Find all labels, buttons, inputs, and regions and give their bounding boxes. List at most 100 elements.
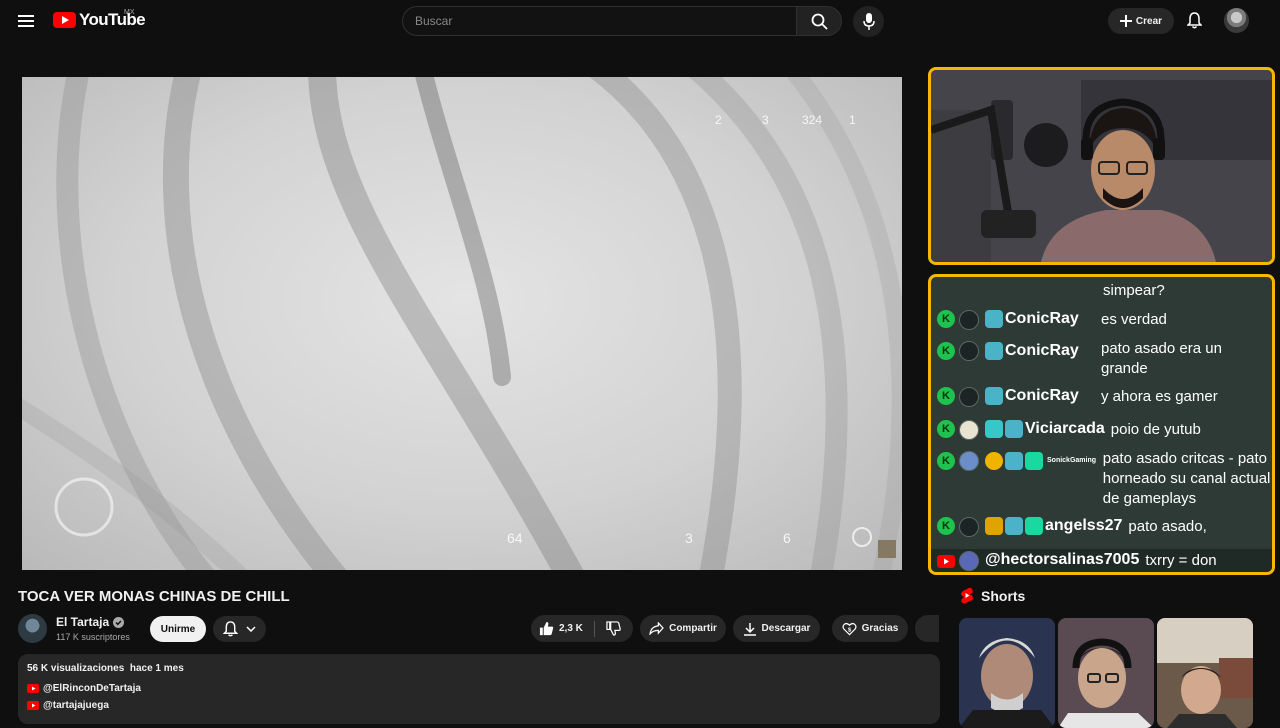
channel-avatar[interactable]	[18, 614, 47, 643]
hud-equipment: 6	[783, 530, 791, 546]
voice-search-button[interactable]	[853, 6, 884, 37]
chat-username: ConicRay	[1005, 387, 1079, 404]
user-avatar	[959, 341, 979, 361]
chat-message: @hectorsalinas7005 txrry = don migajas	[931, 549, 1272, 572]
description-meta: 56 K visualizaciones hace 1 mes	[27, 663, 184, 674]
chat-username: ConicRay	[1005, 342, 1079, 359]
channel-name-text: El Tartaja	[56, 615, 110, 629]
channel-link[interactable]: @ElRinconDeTartaja	[27, 683, 141, 694]
kick-platform-icon: K	[937, 387, 955, 405]
hud-counter-1: 2	[715, 113, 722, 127]
upload-age: hace 1 mes	[129, 663, 184, 674]
user-avatar	[959, 387, 979, 407]
shorts-header: Shorts	[960, 587, 1025, 604]
divider	[593, 620, 595, 637]
join-button[interactable]: Unirme	[150, 616, 206, 642]
notifications-button[interactable]	[1181, 7, 1208, 34]
youtube-icon	[27, 701, 39, 710]
chat-username: SonickGaming	[1047, 457, 1097, 464]
chat-username: Viciarcada	[1025, 420, 1105, 437]
thanks-button[interactable]: $ Gracias	[832, 615, 908, 642]
short-thumbnail[interactable]	[1058, 618, 1154, 728]
subscription-bell-button[interactable]	[213, 616, 266, 642]
chat-message: K SonickGaming pato asado critcas - pato…	[937, 449, 1272, 509]
user-avatar	[959, 551, 979, 571]
chevron-down-icon	[246, 626, 256, 632]
channel-link-text: @tartajajuega	[43, 700, 109, 711]
share-label: Compartir	[669, 623, 717, 634]
download-label: Descargar	[761, 623, 811, 634]
share-button[interactable]: Compartir	[640, 615, 726, 642]
kick-platform-icon: K	[937, 420, 955, 438]
video-title: TOCA VER MONAS CHINAS DE CHILL	[18, 588, 290, 605]
create-button[interactable]: Crear	[1108, 8, 1174, 34]
hud-counter-2: 3	[762, 113, 769, 127]
short-thumbnail-image	[1157, 618, 1253, 728]
chat-message-text: es verdad	[1101, 311, 1167, 328]
gameplay-frame	[22, 77, 902, 570]
chat-message: K Viciarcada poio de yutub	[937, 420, 1272, 440]
channel-link-text: @ElRinconDeTartaja	[43, 683, 141, 694]
kick-platform-icon: K	[937, 452, 955, 470]
chat-message-text: simpear?	[1103, 282, 1165, 299]
chat-message-text: pato asado,	[1128, 518, 1207, 535]
description-box[interactable]: 56 K visualizaciones hace 1 mes @ElRinco…	[18, 654, 940, 724]
search-input[interactable]	[403, 7, 797, 35]
view-count: 56 K visualizaciones	[27, 663, 125, 674]
youtube-play-icon	[53, 12, 76, 28]
subscriber-badge-icon	[1005, 452, 1023, 470]
gift-badge-icon	[1025, 517, 1043, 535]
plus-icon	[1119, 15, 1132, 27]
channel-name[interactable]: El Tartaja	[56, 615, 125, 629]
chat-message-text: y ahora es gamer	[1101, 388, 1218, 405]
bell-icon	[1187, 12, 1202, 29]
chat-overlay: simpear? K ConicRay es verdad K ConicRay…	[928, 274, 1275, 575]
chat-username: angelss27	[1045, 517, 1123, 534]
heart-dollar-icon: $	[842, 622, 857, 635]
account-avatar[interactable]	[1224, 8, 1249, 33]
search-button[interactable]	[796, 6, 842, 36]
user-avatar	[959, 310, 979, 330]
chat-message-text: pato asado critcas - pato horneado su ca…	[1102, 450, 1271, 507]
chat-message: K angelss27 pato asado,	[937, 517, 1272, 537]
like-count[interactable]: 2,3 K	[559, 623, 583, 634]
download-icon	[743, 622, 756, 636]
short-thumbnail-image	[1058, 618, 1154, 728]
microphone-icon	[862, 13, 875, 30]
subscriber-badge-icon	[985, 387, 1003, 405]
dislike-icon[interactable]	[606, 621, 621, 636]
user-avatar	[959, 420, 979, 440]
short-thumbnail[interactable]	[959, 618, 1055, 728]
share-icon	[649, 622, 664, 635]
chat-username: ConicRay	[1005, 310, 1079, 327]
streamer-webcam	[928, 67, 1275, 265]
youtube-platform-icon	[937, 555, 955, 568]
crown-badge-icon	[985, 517, 1003, 535]
verified-icon	[113, 616, 125, 628]
subscriber-badge-icon	[985, 310, 1003, 328]
short-thumbnail-image	[959, 618, 1055, 728]
chat-message: K ConicRay pato asado era un grande	[937, 339, 1272, 379]
kick-platform-icon: K	[937, 310, 955, 328]
download-button[interactable]: Descargar	[733, 615, 820, 642]
hud-counter-3: 324	[802, 113, 823, 127]
shorts-icon	[961, 587, 973, 604]
shorts-heading: Shorts	[981, 587, 1026, 604]
more-actions-button[interactable]	[915, 615, 939, 642]
hud-ammo: 64	[507, 530, 523, 546]
chat-username: @hectorsalinas7005	[985, 551, 1140, 568]
subscriber-count: 117 K suscriptores	[56, 632, 130, 642]
like-dislike-group: 2,3 K	[531, 615, 633, 642]
like-icon[interactable]	[539, 621, 554, 636]
logo-text: YouTube	[79, 10, 146, 29]
subscriber-badge-icon	[1005, 420, 1023, 438]
chat-message: K ConicRay es verdad	[937, 310, 1272, 330]
kick-platform-icon: K	[937, 342, 955, 360]
short-thumbnail[interactable]	[1157, 618, 1253, 728]
streamer-image	[931, 70, 1272, 262]
menu-icon[interactable]	[12, 7, 40, 35]
chat-message: K ConicRay y ahora es gamer	[937, 387, 1272, 407]
video-player[interactable]: 2 3 324 1 64 3 6	[22, 77, 902, 570]
channel-link[interactable]: @tartajajuega	[27, 700, 109, 711]
search-icon	[811, 13, 828, 30]
